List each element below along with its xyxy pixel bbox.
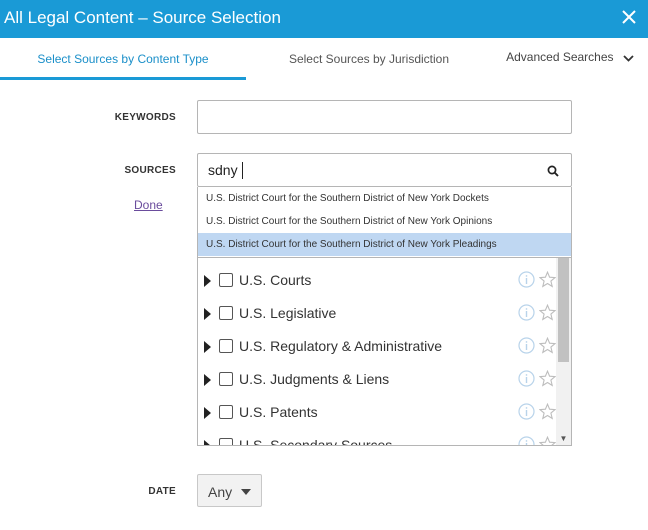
checkbox[interactable] bbox=[219, 372, 233, 386]
tab-jurisdiction[interactable]: Select Sources by Jurisdiction bbox=[246, 38, 492, 80]
tree-row-label: U.S. Regulatory & Administrative bbox=[239, 338, 443, 354]
checkbox[interactable] bbox=[219, 405, 233, 419]
date-select[interactable]: Any bbox=[197, 474, 262, 507]
search-icon[interactable] bbox=[547, 164, 559, 182]
tab-content-type[interactable]: Select Sources by Content Type bbox=[0, 38, 246, 80]
info-icon[interactable] bbox=[518, 304, 535, 326]
tree-row[interactable]: U.S. Secondary Sources bbox=[198, 430, 558, 446]
tree-row[interactable]: U.S. Courts bbox=[198, 265, 558, 298]
title-bar: All Legal Content – Source Selection bbox=[0, 0, 648, 38]
info-icon[interactable] bbox=[518, 271, 535, 293]
suggestion-item[interactable]: U.S. District Court for the Southern Dis… bbox=[198, 210, 571, 233]
chevron-down-icon bbox=[623, 39, 634, 77]
tree-row[interactable]: U.S. Patents bbox=[198, 397, 558, 430]
suggestion-item[interactable]: U.S. District Court for the Southern Dis… bbox=[198, 187, 571, 210]
star-icon[interactable] bbox=[538, 336, 557, 359]
tree-row-label: U.S. Legislative bbox=[239, 305, 337, 321]
tree-row-label: U.S. Patents bbox=[239, 404, 318, 420]
info-icon[interactable] bbox=[518, 337, 535, 359]
scroll-down-arrow-icon[interactable]: ▼ bbox=[558, 434, 569, 444]
expand-arrow-icon[interactable] bbox=[204, 407, 211, 419]
star-icon[interactable] bbox=[538, 303, 557, 326]
text-cursor bbox=[242, 162, 243, 179]
tree-row[interactable]: U.S. Legislative bbox=[198, 298, 558, 331]
close-icon[interactable] bbox=[618, 6, 640, 30]
sources-suggestions: U.S. District Court for the Southern Dis… bbox=[197, 187, 572, 258]
done-link[interactable]: Done bbox=[134, 198, 163, 212]
checkbox[interactable] bbox=[219, 273, 233, 287]
sources-search-value: sdny bbox=[208, 162, 238, 178]
tree-row-label: U.S. Secondary Sources bbox=[239, 437, 393, 446]
tree-row-label: U.S. Judgments & Liens bbox=[239, 371, 390, 387]
scrollbar-thumb[interactable] bbox=[558, 258, 569, 362]
date-label: DATE bbox=[148, 486, 176, 497]
expand-arrow-icon[interactable] bbox=[204, 440, 211, 445]
tab-advanced-searches-label: Advanced Searches bbox=[506, 50, 614, 64]
tree-row-label: U.S. Courts bbox=[239, 272, 312, 288]
tab-bar: Select Sources by Content Type Select So… bbox=[0, 38, 648, 80]
expand-arrow-icon[interactable] bbox=[204, 308, 211, 320]
expand-arrow-icon[interactable] bbox=[204, 341, 211, 353]
star-icon[interactable] bbox=[538, 270, 557, 293]
checkbox[interactable] bbox=[219, 339, 233, 353]
keywords-input[interactable] bbox=[197, 100, 572, 134]
dialog-title: All Legal Content – Source Selection bbox=[4, 8, 281, 27]
info-icon[interactable] bbox=[518, 370, 535, 392]
close-icon-glyph bbox=[622, 10, 636, 24]
tree-row[interactable]: U.S. Judgments & Liens bbox=[198, 364, 558, 397]
expand-arrow-icon[interactable] bbox=[204, 374, 211, 386]
keywords-label: KEYWORDS bbox=[114, 112, 176, 123]
sources-search-input[interactable]: sdny bbox=[197, 153, 572, 187]
tree-row[interactable]: U.S. Regulatory & Administrative bbox=[198, 331, 558, 364]
star-icon[interactable] bbox=[538, 369, 557, 392]
star-icon[interactable] bbox=[538, 435, 557, 445]
sources-label: SOURCES bbox=[124, 165, 176, 176]
date-select-value: Any bbox=[208, 484, 233, 500]
suggestion-item-highlighted[interactable]: U.S. District Court for the Southern Dis… bbox=[198, 233, 571, 256]
checkbox[interactable] bbox=[219, 306, 233, 320]
expand-arrow-icon[interactable] bbox=[204, 275, 211, 287]
dropdown-arrow-icon bbox=[241, 489, 251, 495]
checkbox[interactable] bbox=[219, 438, 233, 445]
info-icon[interactable] bbox=[518, 436, 535, 445]
star-icon[interactable] bbox=[538, 402, 557, 425]
info-icon[interactable] bbox=[518, 403, 535, 425]
source-tree: U.S. Courts U.S. Legislative U.S. Regula… bbox=[197, 258, 572, 446]
tab-advanced-searches[interactable]: Advanced Searches bbox=[492, 38, 648, 80]
